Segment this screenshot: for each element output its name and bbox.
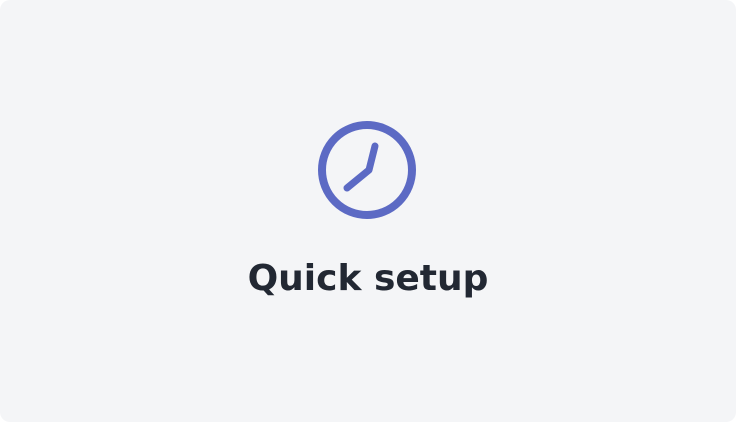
clock-icon [317, 120, 417, 220]
quick-setup-card[interactable]: Quick setup [0, 0, 736, 422]
card-title: Quick setup [247, 258, 489, 299]
